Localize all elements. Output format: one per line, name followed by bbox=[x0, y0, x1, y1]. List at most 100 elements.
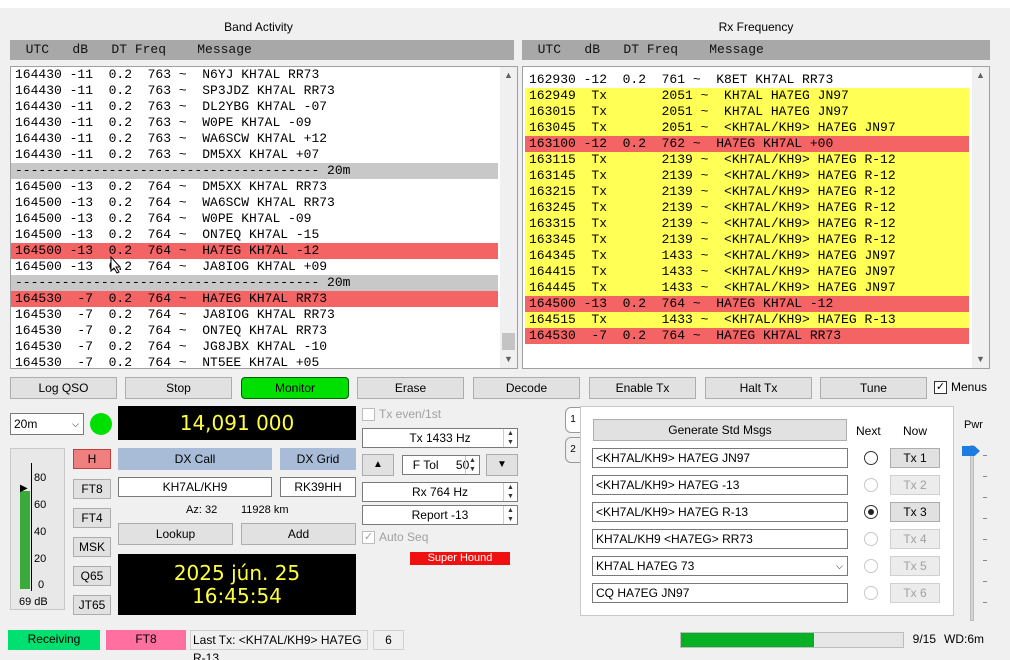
power-slider-handle[interactable] bbox=[962, 446, 980, 456]
tx4-button[interactable]: Tx 4 bbox=[890, 529, 940, 549]
tx2-message-input[interactable]: <KH7AL/KH9> HA7EG -13 bbox=[592, 475, 848, 495]
tx1-next-radio[interactable] bbox=[864, 451, 878, 465]
decode-row[interactable]: 164500 -13 0.2 764 ~ W0PE KH7AL -09 bbox=[11, 211, 498, 227]
report-spinbox[interactable]: Report -13 ▲ ▼ bbox=[362, 505, 518, 525]
tx3-message-input[interactable]: <KH7AL/KH9> HA7EG R-13 bbox=[592, 502, 848, 522]
decode-row[interactable]: 163045 Tx 2051 ~ <KH7AL/KH9> HA7EG JN97 bbox=[525, 120, 969, 136]
band-activity-list[interactable]: 164430 -11 0.2 763 ~ N6YJ KH7AL RR73 1644… bbox=[10, 66, 518, 369]
tx5-message-select[interactable]: KH7AL HA7EG 73 ⌵ bbox=[592, 556, 848, 576]
decode-row[interactable]: 164500 -13 0.2 764 ~ JA8IOG KH7AL +09 bbox=[11, 259, 498, 275]
decode-row[interactable]: 164530 -7 0.2 764 ~ JG8JBX KH7AL -10 bbox=[11, 339, 498, 355]
decode-row[interactable]: 164500 -13 0.2 764 ~ HA7EG KH7AL -12 bbox=[525, 296, 969, 312]
period-separator[interactable]: --------------------------------------- … bbox=[11, 275, 498, 291]
q65-mode-button[interactable]: Q65 bbox=[73, 566, 111, 586]
decode-row[interactable]: 162949 Tx 2051 ~ KH7AL HA7EG JN97 bbox=[525, 88, 969, 104]
menus-checkbox[interactable]: ✓ Menus bbox=[934, 380, 987, 394]
decode-row[interactable]: 163015 Tx 2051 ~ KH7AL HA7EG JN97 bbox=[525, 104, 969, 120]
tx6-button[interactable]: Tx 6 bbox=[890, 583, 940, 603]
decode-row[interactable]: 163315 Tx 2139 ~ <KH7AL/KH9> HA7EG R-12 bbox=[525, 216, 969, 232]
ftol-spinbox[interactable]: F Tol 50 ▲ ▼ bbox=[402, 455, 480, 475]
decode-row[interactable]: 162930 -12 0.2 761 ~ K8ET KH7AL RR73 bbox=[525, 72, 969, 88]
decode-row[interactable]: 164430 -11 0.2 763 ~ WA6SCW KH7AL +12 bbox=[11, 131, 498, 147]
tx-frequency-spinbox[interactable]: Tx 1433 Hz ▲ ▼ bbox=[362, 428, 518, 448]
tx3-next-radio[interactable] bbox=[864, 505, 878, 519]
tx2-next-radio[interactable] bbox=[864, 478, 878, 492]
tab-1[interactable]: 1 bbox=[565, 407, 581, 433]
decode-row[interactable]: 164530 -7 0.2 764 ~ HA7EG KH7AL RR73 bbox=[525, 328, 969, 344]
stop-button[interactable]: Stop bbox=[125, 377, 232, 399]
tx4-message-input[interactable]: KH7AL/KH9 <HA7EG> RR73 bbox=[592, 529, 848, 549]
spin-arrows-icon[interactable]: ▲ ▼ bbox=[503, 506, 517, 524]
log-qso-button[interactable]: Log QSO bbox=[10, 377, 117, 399]
decode-row[interactable]: 164530 -7 0.2 764 ~ NT5EE KH7AL +05 bbox=[11, 355, 498, 368]
decode-row[interactable]: 164430 -11 0.2 763 ~ DM5XX KH7AL +07 bbox=[11, 147, 498, 163]
rx-frequency-list[interactable]: 162930 -12 0.2 761 ~ K8ET KH7AL RR73 1629… bbox=[522, 66, 990, 369]
erase-button[interactable]: Erase bbox=[357, 377, 464, 399]
decode-row[interactable]: 163215 Tx 2139 ~ <KH7AL/KH9> HA7EG R-12 bbox=[525, 184, 969, 200]
monitor-button[interactable]: Monitor bbox=[241, 377, 349, 399]
tx1-message-input[interactable]: <KH7AL/KH9> HA7EG JN97 bbox=[592, 448, 848, 468]
decode-row[interactable]: 163115 Tx 2139 ~ <KH7AL/KH9> HA7EG R-12 bbox=[525, 152, 969, 168]
decode-button[interactable]: Decode bbox=[473, 377, 580, 399]
ft4-mode-button[interactable]: FT4 bbox=[73, 508, 111, 528]
decode-row[interactable]: 164415 Tx 1433 ~ <KH7AL/KH9> HA7EG JN97 bbox=[525, 264, 969, 280]
ft8-mode-button[interactable]: FT8 bbox=[73, 479, 111, 499]
tx3-button[interactable]: Tx 3 bbox=[890, 502, 940, 522]
auto-seq-checkbox[interactable]: ✓ Auto Seq bbox=[362, 530, 428, 544]
tune-button[interactable]: Tune bbox=[820, 377, 927, 399]
rx-frequency-spinbox[interactable]: Rx 764 Hz ▲ ▼ bbox=[362, 482, 518, 502]
tx6-next-radio[interactable] bbox=[864, 586, 878, 600]
dx-grid-input[interactable]: RK39HH bbox=[280, 477, 356, 497]
decode-row[interactable]: 164530 -7 0.2 764 ~ JA8IOG KH7AL RR73 bbox=[11, 307, 498, 323]
decode-row[interactable]: 163145 Tx 2139 ~ <KH7AL/KH9> HA7EG R-12 bbox=[525, 168, 969, 184]
scroll-thumb[interactable] bbox=[502, 333, 515, 350]
tx-even-checkbox[interactable]: Tx even/1st bbox=[362, 407, 441, 421]
spin-arrows-icon[interactable]: ▲ ▼ bbox=[465, 456, 479, 474]
decode-row[interactable]: 163245 Tx 2139 ~ <KH7AL/KH9> HA7EG R-12 bbox=[525, 200, 969, 216]
decode-row[interactable]: 164430 -11 0.2 763 ~ SP3JDZ KH7AL RR73 bbox=[11, 83, 498, 99]
decode-row[interactable]: 163100 -12 0.2 762 ~ HA7EG KH7AL +00 bbox=[525, 136, 969, 152]
decode-row[interactable]: 164500 -13 0.2 764 ~ WA6SCW KH7AL RR73 bbox=[11, 195, 498, 211]
msk-mode-button[interactable]: MSK bbox=[73, 537, 111, 557]
decode-row[interactable]: 164430 -11 0.2 763 ~ W0PE KH7AL -09 bbox=[11, 115, 498, 131]
decode-row[interactable]: 164515 Tx 1433 ~ <KH7AL/KH9> HA7EG R-13 bbox=[525, 312, 969, 328]
jt65-mode-button[interactable]: JT65 bbox=[73, 595, 111, 615]
up-arrow-button[interactable]: ▲ bbox=[362, 454, 394, 476]
decode-row[interactable]: 164430 -11 0.2 763 ~ DL2YBG KH7AL -07 bbox=[11, 99, 498, 115]
band-activity-scrollbar[interactable]: ▲ ▼ bbox=[500, 67, 517, 368]
period-separator[interactable]: --------------------------------------- … bbox=[11, 163, 498, 179]
spin-arrows-icon[interactable]: ▲ ▼ bbox=[503, 483, 517, 501]
halt-tx-button[interactable]: Halt Tx bbox=[705, 377, 812, 399]
dx-call-input[interactable]: KH7AL/KH9 bbox=[118, 477, 272, 497]
tab-2[interactable]: 2 bbox=[565, 437, 581, 463]
hold-button[interactable]: H bbox=[73, 449, 111, 469]
decode-row[interactable]: 164500 -13 0.2 764 ~ ON7EQ KH7AL -15 bbox=[11, 227, 498, 243]
tx4-next-radio[interactable] bbox=[864, 532, 878, 546]
decode-row[interactable]: 164345 Tx 1433 ~ <KH7AL/KH9> HA7EG JN97 bbox=[525, 248, 969, 264]
decode-row[interactable]: 164500 -13 0.2 764 ~ DM5XX KH7AL RR73 bbox=[11, 179, 498, 195]
rx-frequency-scrollbar[interactable]: ▲ ▼ bbox=[972, 67, 989, 368]
tx5-button[interactable]: Tx 5 bbox=[890, 556, 940, 576]
scroll-down-icon[interactable]: ▼ bbox=[972, 351, 989, 368]
enable-tx-button[interactable]: Enable Tx bbox=[589, 377, 696, 399]
decode-row[interactable]: 164530 -7 0.2 764 ~ ON7EQ KH7AL RR73 bbox=[11, 323, 498, 339]
tx6-message-input[interactable]: CQ HA7EG JN97 bbox=[592, 583, 848, 603]
down-arrow-button[interactable]: ▼ bbox=[486, 454, 518, 476]
decode-row[interactable]: 163345 Tx 2139 ~ <KH7AL/KH9> HA7EG R-12 bbox=[525, 232, 969, 248]
tx2-button[interactable]: Tx 2 bbox=[890, 475, 940, 495]
tx1-button[interactable]: Tx 1 bbox=[890, 448, 940, 468]
decode-row[interactable]: 164530 -7 0.2 764 ~ HA7EG KH7AL RR73 bbox=[11, 291, 498, 307]
scroll-up-icon[interactable]: ▲ bbox=[500, 67, 517, 84]
spin-arrows-icon[interactable]: ▲ ▼ bbox=[503, 429, 517, 447]
decode-row[interactable]: 164500 -13 0.2 764 ~ HA7EG KH7AL -12 bbox=[11, 243, 498, 259]
decode-row[interactable]: 164430 -11 0.2 763 ~ N6YJ KH7AL RR73 bbox=[11, 67, 498, 83]
scroll-up-icon[interactable]: ▲ bbox=[972, 67, 989, 84]
scroll-down-icon[interactable]: ▼ bbox=[500, 351, 517, 368]
generate-std-msgs-button[interactable]: Generate Std Msgs bbox=[593, 419, 847, 441]
power-slider-track[interactable] bbox=[970, 445, 974, 621]
band-select[interactable]: 20m ⌵ bbox=[10, 413, 84, 435]
lookup-button[interactable]: Lookup bbox=[118, 523, 233, 545]
add-button[interactable]: Add bbox=[241, 523, 356, 545]
tx5-next-radio[interactable] bbox=[864, 559, 878, 573]
decode-row[interactable]: 164445 Tx 1433 ~ <KH7AL/KH9> HA7EG JN97 bbox=[525, 280, 969, 296]
